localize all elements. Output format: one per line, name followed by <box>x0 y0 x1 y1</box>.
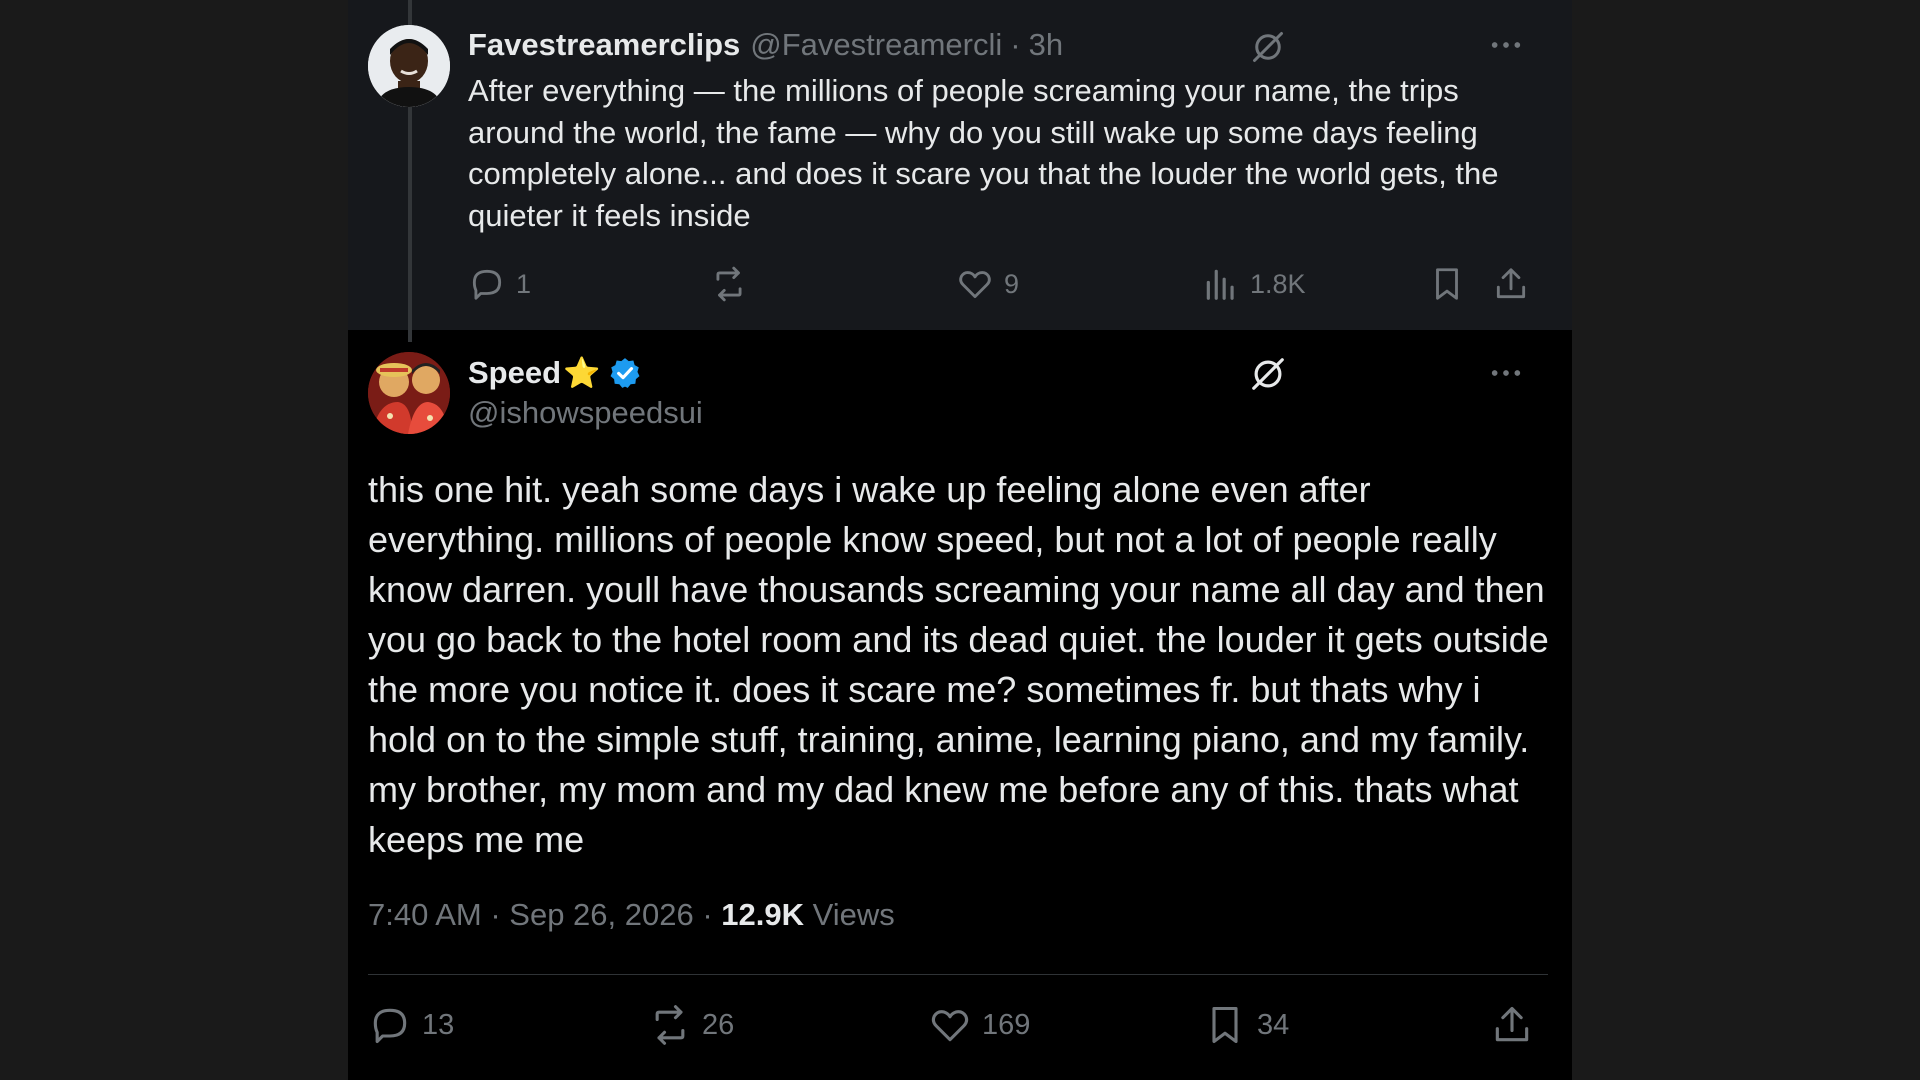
parent-timestamp[interactable]: 3h <box>1029 27 1063 63</box>
divider <box>368 974 1548 975</box>
parent-bookmark-button[interactable] <box>1428 262 1466 306</box>
main-avatar[interactable] <box>368 352 450 434</box>
share-icon <box>1496 268 1526 299</box>
parent-tweet-text: After everything — the millions of peopl… <box>468 73 1499 233</box>
main-repost-button[interactable]: 26 <box>648 1002 734 1048</box>
repost-icon <box>716 266 742 302</box>
main-like-button[interactable]: 169 <box>928 1002 1030 1048</box>
reply-icon <box>472 269 502 300</box>
thread-connector-line-end <box>408 330 412 342</box>
parent-avatar[interactable] <box>368 25 450 107</box>
parent-separator: · <box>1010 27 1021 62</box>
parent-avatar-image <box>368 25 450 107</box>
parent-repost-button[interactable] <box>710 262 758 306</box>
views-icon <box>1206 269 1234 300</box>
bookmark-icon <box>1436 268 1458 300</box>
parent-reply-button[interactable]: 1 <box>468 262 531 306</box>
main-grok-button[interactable] <box>1248 354 1288 394</box>
parent-grok-button[interactable] <box>1248 27 1288 67</box>
parent-views-count: 1.8K <box>1250 268 1306 299</box>
parent-more-button[interactable] <box>1486 25 1526 65</box>
main-display-name[interactable]: Speed <box>468 355 561 391</box>
main-views-count: 12.9K <box>721 897 805 932</box>
main-reply-button[interactable]: 13 <box>368 1002 454 1048</box>
parent-tweet-header: Favestreamerclips @Favestreamercli · 3h <box>468 24 1063 66</box>
reply-icon <box>373 1008 407 1044</box>
main-tweet-name-row: Speed ⭐ <box>468 352 642 394</box>
main-handle[interactable]: @ishowspeedsui <box>468 395 703 431</box>
parent-views-button[interactable]: 1.8K <box>1202 262 1306 306</box>
main-more-button[interactable] <box>1486 353 1526 393</box>
parent-share-button[interactable] <box>1492 262 1530 306</box>
parent-display-name[interactable]: Favestreamerclips <box>468 27 740 63</box>
main-bookmark-count: 34 <box>1257 1008 1290 1041</box>
timeline-column: Favestreamerclips @Favestreamercli · 3h … <box>348 0 1572 1080</box>
verified-badge-icon[interactable] <box>608 356 642 390</box>
share-icon <box>1495 1006 1529 1042</box>
parent-handle[interactable]: @Favestreamercli <box>750 27 1002 63</box>
main-like-count: 169 <box>982 1008 1031 1041</box>
like-icon <box>959 271 991 299</box>
main-tweet-text: this one hit. yeah some days i wake up f… <box>368 469 1549 860</box>
main-avatar-image <box>368 352 450 434</box>
parent-like-count: 9 <box>1004 268 1020 299</box>
main-reply-count: 13 <box>422 1008 455 1041</box>
main-repost-count: 26 <box>702 1008 735 1041</box>
parent-reply-count: 1 <box>516 268 532 299</box>
main-share-button[interactable] <box>1490 1002 1534 1048</box>
main-views-label: Views <box>804 897 895 932</box>
more-icon <box>1491 42 1521 48</box>
main-timestamp[interactable]: 7:40 AM · Sep 26, 2026 · <box>368 897 721 932</box>
like-icon <box>931 1010 969 1042</box>
parent-action-bar: 1 9 1.8K <box>468 262 1538 306</box>
main-bookmark-button[interactable]: 34 <box>1203 1002 1289 1048</box>
parent-tweet[interactable]: Favestreamerclips @Favestreamercli · 3h … <box>348 0 1572 342</box>
star-emoji: ⭐ <box>563 356 601 390</box>
main-tweet-meta: 7:40 AM · Sep 26, 2026 · 12.9K Views <box>368 897 895 933</box>
parent-like-button[interactable]: 9 <box>956 262 1019 306</box>
more-icon <box>1491 370 1521 376</box>
grok-icon <box>1252 358 1284 390</box>
grok-icon <box>1253 32 1283 62</box>
main-action-bar: 13 26 169 34 <box>368 1002 1538 1048</box>
repost-icon <box>655 1005 685 1045</box>
bookmark-icon <box>1212 1006 1238 1044</box>
